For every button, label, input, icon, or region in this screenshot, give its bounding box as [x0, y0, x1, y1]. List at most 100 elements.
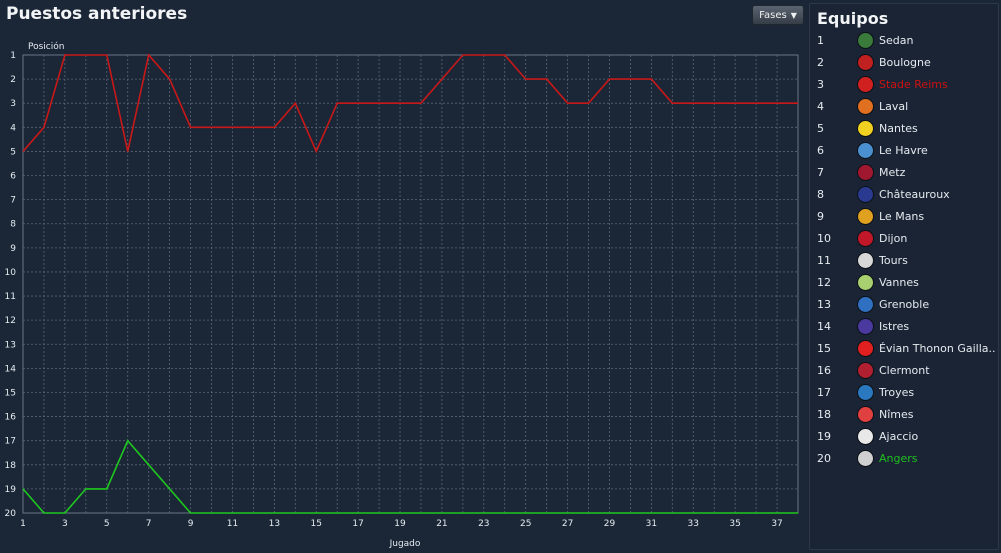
position-history-chart: 1 2 3 4 5 6 7 8 9 10 11 12 13 14 15 16 17 18 19 20 1 3 5 7 9 11 13…: [0, 34, 806, 553]
team-position: 20: [817, 452, 831, 465]
team-name[interactable]: Châteauroux: [879, 188, 997, 201]
team-list-item[interactable]: 5 Nantes: [810, 118, 998, 140]
team-list-item[interactable]: 12 Vannes: [810, 272, 998, 294]
team-crest-icon: [857, 32, 874, 49]
team-name[interactable]: Sedan: [879, 34, 997, 47]
team-name[interactable]: Vannes: [879, 276, 997, 289]
y-axis-label: Posición: [28, 41, 64, 52]
chevron-down-icon: ▼: [790, 10, 797, 20]
team-name[interactable]: Istres: [879, 320, 997, 333]
y-tick-label: 9: [10, 244, 16, 254]
team-list-item[interactable]: 1 Sedan: [810, 30, 998, 52]
team-name[interactable]: Dijon: [879, 232, 997, 245]
team-position: 13: [817, 298, 831, 311]
team-name[interactable]: Le Havre: [879, 144, 997, 157]
y-tick-label: 17: [5, 437, 16, 447]
y-tick-label: 11: [5, 292, 16, 302]
y-tick-label: 2: [10, 75, 16, 85]
y-tick-label: 19: [5, 485, 17, 495]
y-tick-label: 18: [5, 461, 17, 471]
team-list-item[interactable]: 14 Istres: [810, 316, 998, 338]
x-tick-label: 17: [352, 519, 363, 529]
x-tick-label: 37: [771, 519, 782, 529]
fases-button-label: Fases: [759, 9, 787, 21]
team-crest-icon: [857, 340, 874, 357]
y-tick-label: 15: [5, 388, 16, 398]
team-position: 10: [817, 232, 831, 245]
team-list-item[interactable]: 19 Ajaccio: [810, 426, 998, 448]
team-name[interactable]: Angers: [879, 452, 997, 465]
x-tick-label: 33: [688, 519, 699, 529]
team-name[interactable]: Évian Thonon Gailla..: [879, 342, 997, 355]
team-list-item[interactable]: 6 Le Havre: [810, 140, 998, 162]
team-crest-icon: [857, 428, 874, 445]
team-position: 18: [817, 408, 831, 421]
team-position: 6: [817, 144, 824, 157]
fases-dropdown-button[interactable]: Fases ▼: [752, 5, 804, 25]
team-list-item[interactable]: 18 Nîmes: [810, 404, 998, 426]
x-tick-label: 23: [478, 519, 489, 529]
x-tick-label: 13: [269, 519, 280, 529]
team-crest-icon: [857, 406, 874, 423]
team-list-item[interactable]: 13 Grenoble: [810, 294, 998, 316]
team-crest-icon: [857, 186, 874, 203]
team-list-item[interactable]: 7 Metz: [810, 162, 998, 184]
team-crest-icon: [857, 120, 874, 137]
x-axis-label: Jugado: [389, 539, 421, 549]
chart-series: [22, 53, 798, 514]
team-crest-icon: [857, 274, 874, 291]
team-crest-icon: [857, 296, 874, 313]
team-name[interactable]: Nîmes: [879, 408, 997, 421]
y-tick-label: 6: [10, 172, 16, 182]
team-list-item[interactable]: 10 Dijon: [810, 228, 998, 250]
teams-panel: Equipos 1 Sedan 2 Boulogne 3 Stade Reims 4 Lava…: [809, 3, 999, 550]
team-crest-icon: [857, 142, 874, 159]
team-name[interactable]: Le Mans: [879, 210, 997, 223]
team-name[interactable]: Troyes: [879, 386, 997, 399]
team-name[interactable]: Metz: [879, 166, 997, 179]
team-list-item[interactable]: 2 Boulogne: [810, 52, 998, 74]
team-name[interactable]: Laval: [879, 100, 997, 113]
team-name[interactable]: Tours: [879, 254, 997, 267]
y-tick-label: 4: [10, 123, 16, 133]
y-tick-label: 16: [5, 413, 17, 423]
x-tick-label: 35: [729, 519, 740, 529]
team-list-item[interactable]: 15 Évian Thonon Gailla..: [810, 338, 998, 360]
team-list-item[interactable]: 17 Troyes: [810, 382, 998, 404]
x-tick-label: 25: [520, 519, 531, 529]
y-tick-label: 3: [10, 99, 16, 109]
team-name[interactable]: Nantes: [879, 122, 997, 135]
team-crest-icon: [857, 208, 874, 225]
team-position: 17: [817, 386, 831, 399]
team-position: 2: [817, 56, 824, 69]
x-tick-label: 29: [604, 519, 616, 529]
team-crest-icon: [857, 252, 874, 269]
x-tick-label: 5: [104, 519, 110, 529]
team-list-item[interactable]: 3 Stade Reims: [810, 74, 998, 96]
team-list-item[interactable]: 8 Châteauroux: [810, 184, 998, 206]
team-name[interactable]: Ajaccio: [879, 430, 997, 443]
plot-border: [22, 54, 799, 514]
team-crest-icon: [857, 76, 874, 93]
team-position: 8: [817, 188, 824, 201]
team-list-item[interactable]: 16 Clermont: [810, 360, 998, 382]
team-crest-icon: [857, 362, 874, 379]
team-name[interactable]: Clermont: [879, 364, 997, 377]
y-tick-label: 8: [10, 220, 16, 230]
page-title: Puestos anteriores: [6, 4, 188, 24]
team-list-item[interactable]: 9 Le Mans: [810, 206, 998, 228]
x-tick-label: 21: [436, 519, 447, 529]
team-position: 12: [817, 276, 831, 289]
team-list-item[interactable]: 20 Angers: [810, 448, 998, 470]
team-name[interactable]: Stade Reims: [879, 78, 997, 91]
team-list-item[interactable]: 11 Tours: [810, 250, 998, 272]
team-crest-icon: [857, 450, 874, 467]
team-name[interactable]: Grenoble: [879, 298, 997, 311]
team-position: 1: [817, 34, 824, 47]
team-name[interactable]: Boulogne: [879, 56, 997, 69]
x-tick-label: 3: [62, 519, 68, 529]
team-list-item[interactable]: 4 Laval: [810, 96, 998, 118]
chart-svg: 12345678910111213141516171819201 3 5 7 9 11 13…: [5, 41, 799, 549]
y-tick-label: 12: [5, 316, 16, 326]
x-tick-label: 19: [394, 519, 406, 529]
